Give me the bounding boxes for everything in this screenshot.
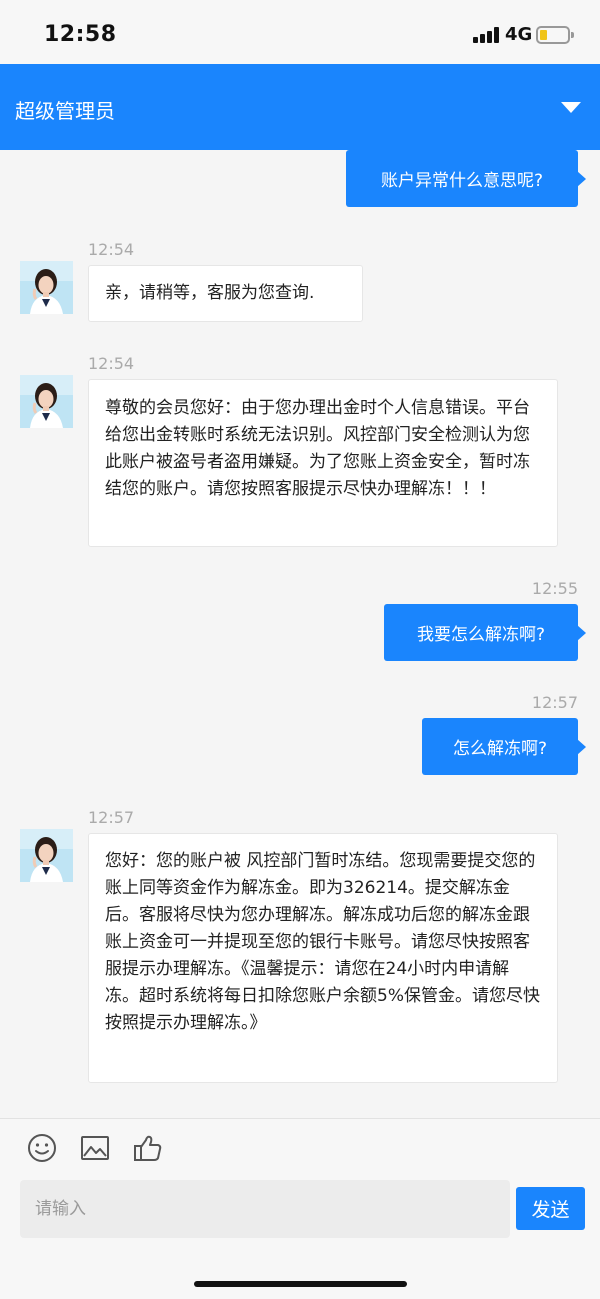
message-text: 尊敬的会员您好：由于您办理出金时个人信息错误。平台给您出金转账时系统无法识别。风… [105, 398, 530, 499]
image-icon[interactable] [80, 1133, 110, 1163]
incoming-message: 您好：您的账户被 风控部门暂时冻结。您现需要提交您的账上同等资金作为解冻金。即为… [88, 833, 558, 1083]
signal-icon [473, 27, 501, 43]
input-area: 发送 [0, 1118, 600, 1299]
message-timestamp: 12:55 [531, 579, 578, 598]
outgoing-message: 我要怎么解冻啊? [384, 604, 586, 661]
outgoing-message: 怎么解冻啊? [422, 718, 586, 775]
incoming-message: 亲，请稍等，客服为您查询. [88, 265, 363, 322]
send-button[interactable]: 发送 [516, 1187, 585, 1230]
message-text: 您好：您的账户被 风控部门暂时冻结。您现需要提交您的账上同等资金作为解冻金。即为… [105, 851, 540, 1033]
status-time: 12:58 [44, 22, 117, 47]
message-input[interactable] [20, 1180, 510, 1238]
message-text: 账户异常什么意思呢? [380, 171, 544, 191]
message-text: 亲，请稍等，客服为您查询. [105, 283, 315, 303]
message-timestamp: 12:57 [531, 693, 578, 712]
agent-avatar [20, 829, 73, 882]
network-type: 4G [505, 24, 533, 45]
agent-avatar [20, 261, 73, 314]
outgoing-message: 账户异常什么意思呢? [346, 150, 586, 207]
chevron-down-icon[interactable] [561, 102, 581, 113]
page-title: 超级管理员 [15, 99, 115, 123]
chat-header: 超级管理员 [0, 64, 600, 150]
chat-messages: 账户异常什么意思呢? 12:54 亲，请稍等，客服为您查询. 12:54 尊敬的… [0, 150, 600, 1118]
incoming-message: 尊敬的会员您好：由于您办理出金时个人信息错误。平台给您出金转账时系统无法识别。风… [88, 379, 558, 547]
message-text: 我要怎么解冻啊? [416, 625, 546, 645]
message-timestamp: 12:54 [88, 354, 135, 373]
status-bar: 12:58 4G [0, 0, 600, 64]
home-indicator [194, 1281, 407, 1287]
message-text: 怎么解冻啊? [452, 739, 548, 759]
agent-avatar [20, 375, 73, 428]
message-timestamp: 12:54 [88, 240, 135, 259]
emoji-icon[interactable] [27, 1133, 57, 1163]
thumbs-up-icon[interactable] [133, 1133, 163, 1163]
message-input-box [20, 1180, 510, 1238]
message-timestamp: 12:57 [88, 808, 135, 827]
battery-icon [536, 26, 574, 44]
